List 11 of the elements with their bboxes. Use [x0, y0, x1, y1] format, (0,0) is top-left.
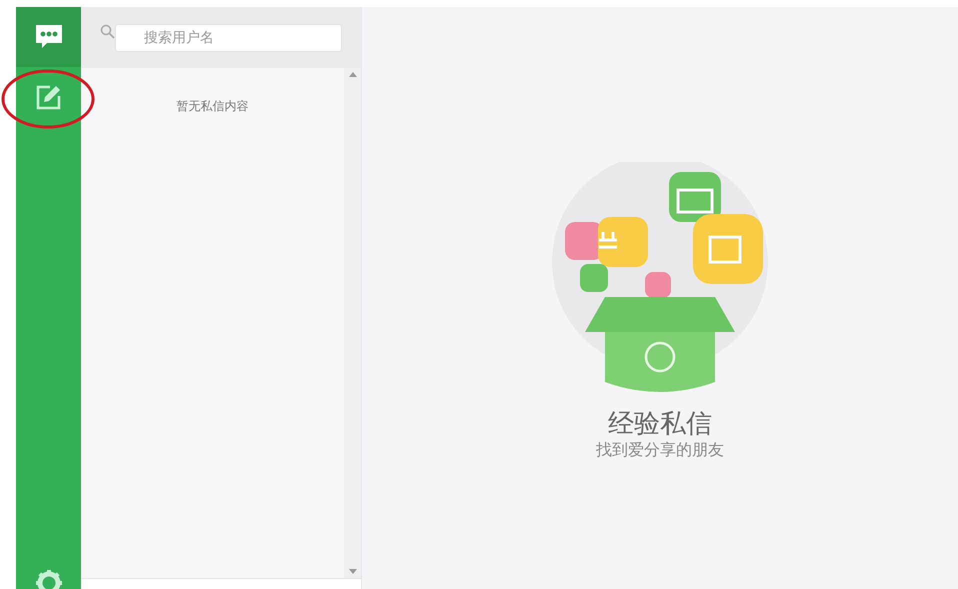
scroll-up-icon[interactable]	[348, 72, 356, 77]
main-title: 经验私信	[608, 408, 712, 440]
main-subtitle: 找到爱分享的朋友	[596, 440, 724, 460]
empty-message: 暂无私信内容	[176, 98, 248, 114]
chat-bubble-icon	[34, 24, 62, 50]
scroll-down-icon[interactable]	[348, 569, 356, 574]
messages-tab[interactable]	[16, 7, 81, 67]
edit-icon	[36, 84, 62, 110]
scrollbar[interactable]	[344, 68, 361, 578]
settings-icon	[34, 569, 62, 589]
search-icon	[100, 24, 115, 38]
